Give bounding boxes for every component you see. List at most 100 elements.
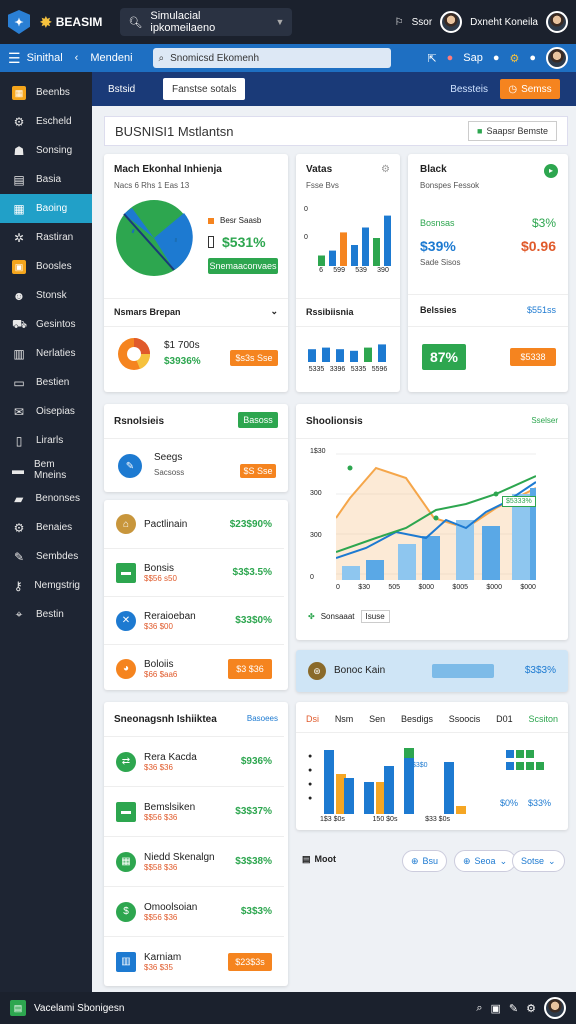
brand[interactable]: ✸ BEASIM [40,14,102,31]
sidebar-item-4[interactable]: ▦ Baoing [0,194,92,223]
rcol-item-button[interactable]: $S Sse [240,464,276,478]
sign-label[interactable]: Ssor [412,17,433,28]
list-item[interactable]: ✕ Reraioeban $36 $00 $33$0% [104,596,284,644]
sidebar-item-18[interactable]: ⌖ Bestin [0,600,92,629]
chart-icon: ▥ [13,346,25,361]
sidebar-item-7[interactable]: ☻ Stonsk [0,281,92,310]
filter-button-1[interactable]: ⊕ Bsu [402,850,448,872]
user-name[interactable]: Dxneht Koneila [470,17,538,28]
menu-icon[interactable]: ☰ [8,50,21,67]
sidebar-item-16[interactable]: ✎ Sembdes [0,542,92,571]
app-icon[interactable]: ▤ [10,1000,26,1016]
list-item[interactable]: ⌂ Pactlinain $23$90% [104,500,284,548]
vatas-sub: Fsse Bvs [306,181,339,190]
list-item[interactable]: ▬ Bonsis $$56 s50 $3$3.5% [104,548,284,596]
pct-badge[interactable]: 87% [422,344,466,370]
bars2-tab[interactable]: Nsm [335,714,354,724]
sidebar-item-0[interactable]: ▦ Beenbs [0,78,92,107]
gear-icon[interactable]: ⚙ [509,52,519,65]
legend-block [516,762,524,770]
subnav-select[interactable]: Bessteis [450,84,488,95]
sidebar-item-5[interactable]: ✲ Rastiran [0,223,92,252]
flag-icon[interactable]: ⚐ [395,17,404,28]
bars2-tab[interactable]: Sen [369,714,385,724]
list-item[interactable]: $ Omoolsoian $$56 $36 $3$3% [104,886,284,936]
sidebar-item-12[interactable]: ▯ Lirarls [0,426,92,455]
list-item-value[interactable]: $3 $36 [228,658,272,679]
sidebar-item-1[interactable]: ⚙ Escheld [0,107,92,136]
cursor-icon[interactable]: ⇱ [427,52,436,65]
bars2-tab[interactable]: Besdigs [401,714,433,724]
gear-icon[interactable]: ⚙ [381,164,390,175]
list2-header: Sneonagsnh Ishiiktea Basoees [114,714,278,725]
search-icon[interactable]: ⌕ [476,1002,482,1015]
sidebar-item-9[interactable]: ▥ Nerlaties [0,339,92,368]
bars2-tab[interactable]: Dsi [306,714,319,724]
shoo-badge[interactable]: Sselser [531,416,558,425]
sidebar-item-17[interactable]: ⚷ Nemgstrig [0,571,92,600]
nav-search-field[interactable]: ⌕ Snomicsd Ekomenh [152,48,391,68]
list2-link[interactable]: Basoees [247,714,278,725]
play-icon[interactable]: ▸ [544,164,558,178]
bottom-avatar[interactable] [544,997,566,1019]
list-item[interactable]: ◕ Boloiis $66 $aa6 $3 $36 [104,644,284,692]
rcol-title: Rsnolsieis [114,416,165,427]
mini-pie-button[interactable]: $s3s Sse [230,350,278,366]
rcol-button[interactable]: Basoss [238,412,278,428]
sidebar-item-3[interactable]: ▤ Basia [0,165,92,194]
bars2-tab[interactable]: D01 [496,714,513,724]
image-icon[interactable]: ▣ [491,1002,501,1015]
sidebar-item-8[interactable]: ⛟ Gesintos [0,310,92,339]
list-item[interactable]: ▦ Niedd Skenalgn $$58 $36 $3$38% [104,836,284,886]
dot-icon[interactable]: ● [529,52,536,64]
sidebar-item-13[interactable]: ▬ Bem Mneins [0,455,92,484]
filter-button-3[interactable]: Sotse ⌄ [512,850,565,872]
sidebar-item-11[interactable]: ✉ Oisepias [0,397,92,426]
avatar-secondary[interactable] [546,11,568,33]
sidebar-item-label: Sonsing [36,145,73,156]
bars2-tab[interactable]: Ssoocis [449,714,481,724]
search-input[interactable]: 🔍︎ Simulacial ipkomeilaeno ▼ [120,8,293,36]
sidebar: ▦ Beenbs ⚙ Escheld ☗ Sonsing ▤ Basia ▦ Baoing ✲ Ras… [0,72,92,992]
notification-icon[interactable]: ● [447,52,454,64]
sidebar-item-10[interactable]: ▭ Bestien [0,368,92,397]
sidebar-item-15[interactable]: ⚙ Benaies [0,513,92,542]
search-icon: ⌕ [158,52,165,64]
list-item[interactable]: ▥ Karniam $36 $35 $23$3s [104,936,284,986]
subnav-action-button[interactable]: ◷ Semss [500,79,560,99]
list-item-value[interactable]: $23$3s [228,952,272,971]
sidebar-item-label: Beenbs [36,87,70,98]
pie-card-button[interactable]: Snemaaconvaes [208,258,278,274]
filter-button-2[interactable]: ⊕ Seoa ⌄ [454,850,517,872]
doc-icon: ▤ [13,172,25,187]
header-button[interactable]: ■ Saapsr Bemste [468,121,557,141]
gear-icon[interactable]: ⚙ [526,1002,536,1015]
coin-icon: ⊛ [308,662,326,680]
legend-block [526,762,534,770]
pct-button[interactable]: $5338 [510,348,556,366]
nav-avatar[interactable] [546,47,568,69]
list-item[interactable]: ⇄ Rera Kacda $36 $36 $936% [104,736,284,786]
sidebar-item-6[interactable]: ▣ Boosles [0,252,92,281]
shoo-x-label: $000 [486,584,502,591]
list-item[interactable]: ▬ Bemslsiken $$56 $36 $3$37% [104,786,284,836]
nav-item[interactable]: Mendeni [90,52,132,64]
chevron-left-icon[interactable]: ‹ [75,52,79,64]
pie-card-footer-label: Nsmars Brepan [114,306,181,317]
mini-pie-chart [118,338,151,370]
list-item-value: $936% [240,756,272,767]
shoo-legend-2[interactable]: Isuse [360,610,390,623]
mini-x-labels: 5335 3396 5335 5596 [306,366,390,373]
mail-icon: ✉ [13,404,25,419]
sidebar-item-14[interactable]: ▰ Benonses [0,484,92,513]
pen-icon[interactable]: ✎ [509,1002,518,1015]
list-item-sub: $36 $35 [144,962,173,972]
tab-button[interactable]: Fanstse sotals [163,78,246,100]
nav-icon-label[interactable]: Sap [463,52,483,64]
info-icon[interactable]: ● [493,52,500,64]
bars2-tab[interactable]: Scsiton [528,714,558,724]
pie-card-footer[interactable]: Nsmars Brepan ⌄ [104,298,288,324]
sidebar-item-2[interactable]: ☗ Sonsing [0,136,92,165]
book-icon: ▯ [15,433,23,448]
avatar[interactable] [440,11,463,33]
